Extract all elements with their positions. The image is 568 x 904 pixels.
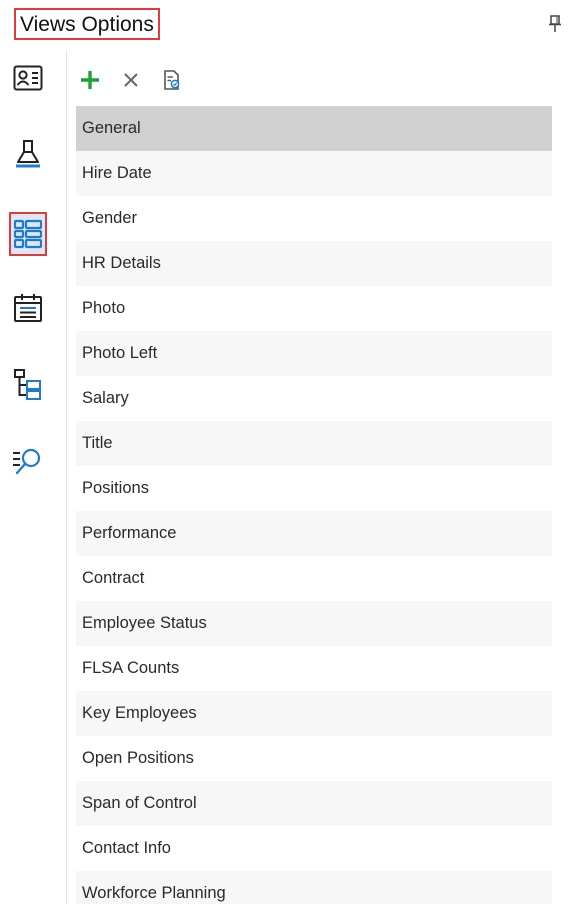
- tree-structure-button[interactable]: [10, 366, 46, 402]
- view-list-item[interactable]: Contact Info: [76, 826, 552, 871]
- view-list-item[interactable]: Span of Control: [76, 781, 552, 826]
- view-list-item[interactable]: Performance: [76, 511, 552, 556]
- tree-structure-icon: [14, 369, 41, 400]
- view-list-item[interactable]: Workforce Planning: [76, 871, 552, 904]
- views-options-panel: Views Options General Hire Date Gender H…: [0, 0, 568, 904]
- view-list-item[interactable]: Salary: [76, 376, 552, 421]
- views-list-icon: [14, 219, 42, 249]
- sidebar: [0, 50, 67, 904]
- view-list-item[interactable]: Photo: [76, 286, 552, 331]
- search-list-button[interactable]: [10, 444, 46, 480]
- view-list-item[interactable]: Title: [76, 421, 552, 466]
- view-list-item[interactable]: Employee Status: [76, 601, 552, 646]
- contact-card-button[interactable]: [10, 60, 46, 96]
- views-list: General Hire Date Gender HR Details Photo Pho…: [76, 106, 552, 904]
- contact-card-icon: [13, 65, 43, 91]
- views-list-button[interactable]: [9, 212, 47, 256]
- pin-icon[interactable]: [548, 14, 562, 34]
- delete-icon: [124, 73, 138, 87]
- view-list-item[interactable]: Gender: [76, 196, 552, 241]
- calendar-button[interactable]: [10, 290, 46, 326]
- properties-icon: [164, 70, 180, 90]
- view-list-item[interactable]: Contract: [76, 556, 552, 601]
- search-list-icon: [13, 448, 41, 475]
- style-brush-button[interactable]: [10, 136, 46, 172]
- view-list-item[interactable]: General: [76, 106, 552, 151]
- view-list-item[interactable]: Open Positions: [76, 736, 552, 781]
- views-toolbar: [78, 62, 201, 98]
- panel-header: Views Options: [0, 0, 568, 50]
- view-list-item[interactable]: Photo Left: [76, 331, 552, 376]
- panel-title: Views Options: [14, 8, 160, 40]
- view-list-item[interactable]: HR Details: [76, 241, 552, 286]
- view-list-item[interactable]: Hire Date: [76, 151, 552, 196]
- view-list-item[interactable]: Key Employees: [76, 691, 552, 736]
- view-properties-button[interactable]: [160, 68, 184, 92]
- delete-view-button[interactable]: [119, 68, 143, 92]
- view-list-item[interactable]: Positions: [76, 466, 552, 511]
- add-view-button[interactable]: [78, 68, 102, 92]
- paint-brush-icon: [16, 140, 40, 168]
- calendar-icon: [14, 294, 42, 322]
- add-icon: [81, 71, 99, 89]
- view-list-item[interactable]: FLSA Counts: [76, 646, 552, 691]
